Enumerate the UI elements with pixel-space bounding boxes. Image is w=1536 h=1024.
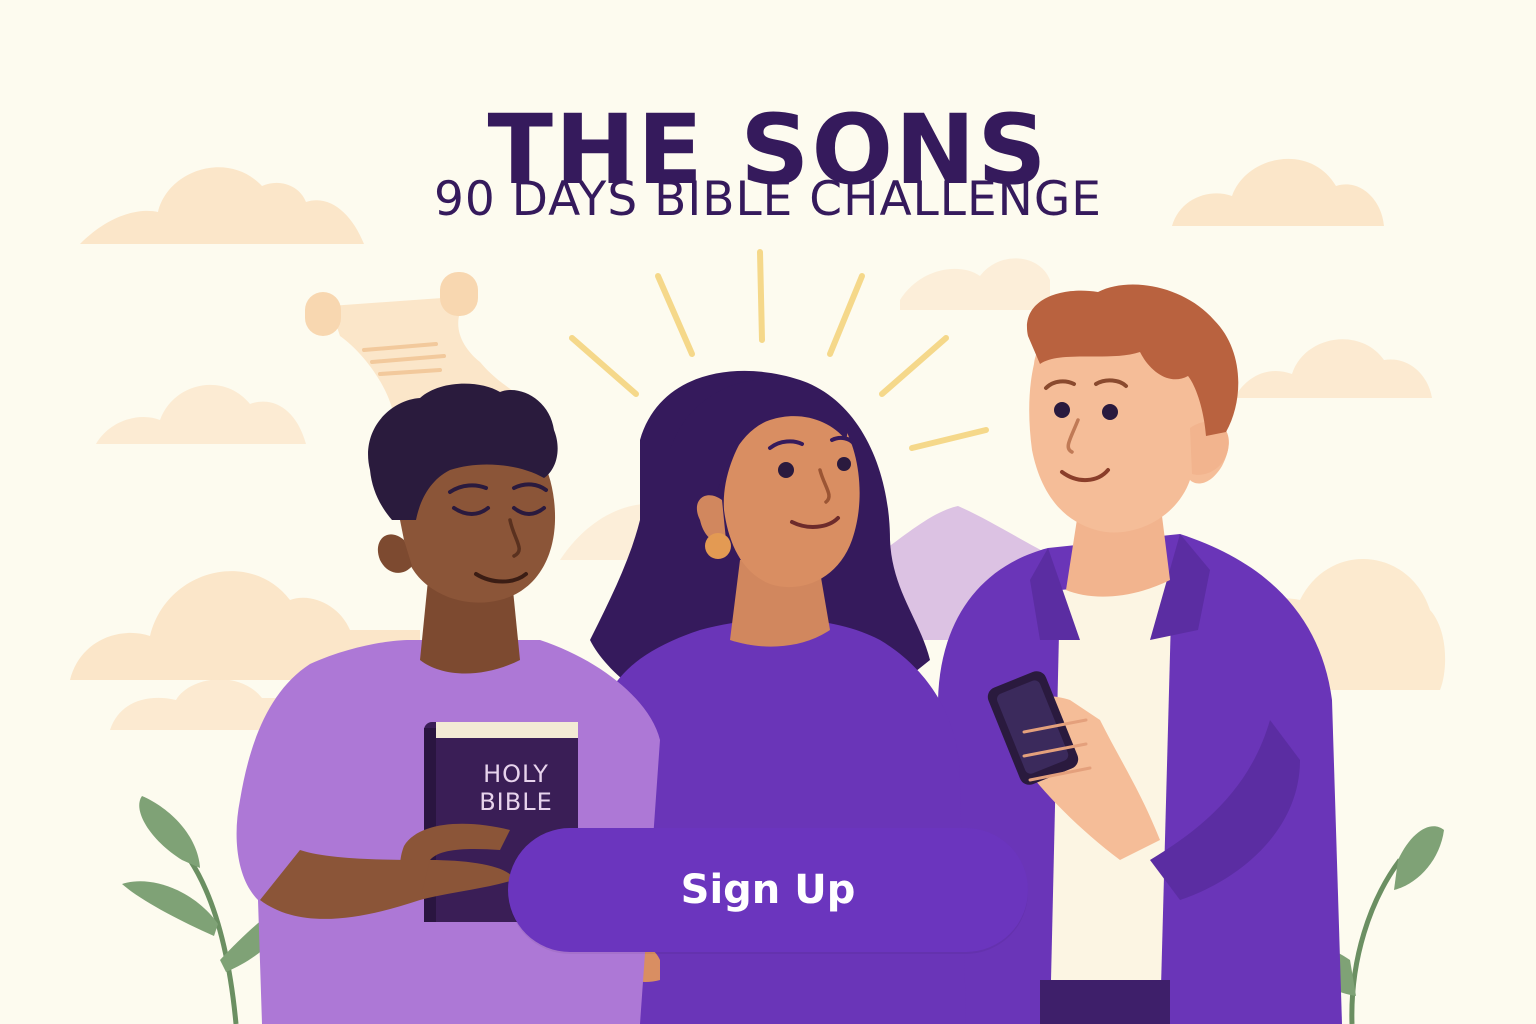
bible-label-line1: HOLY	[483, 760, 549, 788]
sign-up-button[interactable]: Sign Up	[508, 828, 1028, 952]
cloud-mid-left	[96, 384, 306, 444]
page-subtitle: 90 DAYS BIBLE CHALLENGE	[434, 172, 1102, 227]
hero-banner: HOLY BIBLE THE SONS 90 DAYS BIBLE CHALLE…	[0, 0, 1536, 1024]
bible-label-line2: BIBLE	[479, 788, 553, 816]
cloud-mid-right	[1234, 339, 1432, 398]
